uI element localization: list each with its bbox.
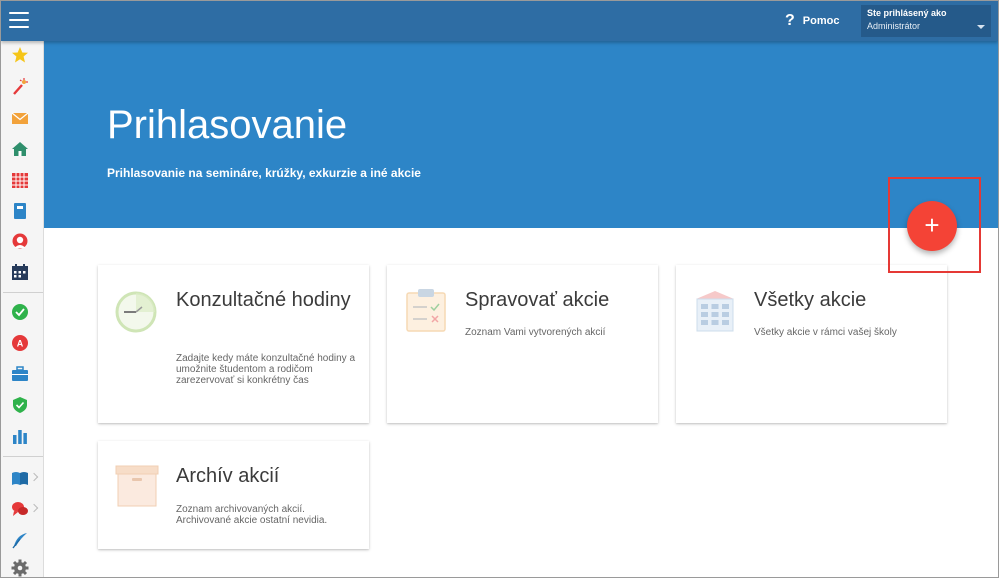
card-description: Všetky akcie v rámci vašej školy	[754, 327, 897, 338]
help-link[interactable]: ? Pomoc	[785, 12, 839, 30]
timetable-icon[interactable]	[11, 171, 29, 189]
notebook-icon[interactable]	[11, 202, 29, 220]
star-icon[interactable]	[11, 46, 29, 64]
svg-text:A: A	[17, 339, 24, 349]
building-icon	[696, 291, 734, 332]
menu-icon[interactable]	[9, 12, 29, 28]
clipboard-icon	[406, 289, 446, 332]
briefcase-icon[interactable]	[11, 365, 29, 383]
sidebar-separator	[3, 456, 43, 457]
grade-icon[interactable]: A	[11, 334, 29, 352]
card-title: Archív akcií	[176, 465, 280, 487]
top-bar: ? Pomoc Ste prihlásený ako Administrátor	[1, 1, 998, 41]
sidebar: A	[1, 41, 44, 577]
card-description: Zoznam archivovaných akcií. Archivované …	[176, 504, 328, 526]
help-icon: ?	[785, 12, 795, 29]
card-title: Konzultačné hodiny	[176, 289, 351, 311]
archive-box-icon	[115, 465, 159, 507]
shield-icon[interactable]	[11, 396, 29, 414]
card-event-archive[interactable]: Archív akcií Zoznam archivovaných akcií.…	[98, 441, 369, 549]
envelope-icon[interactable]	[11, 109, 29, 127]
sidebar-separator	[3, 292, 43, 293]
chevron-down-icon	[977, 25, 985, 29]
card-title: Spravovať akcie	[465, 289, 610, 311]
user-icon[interactable]	[11, 233, 29, 251]
clock-icon	[115, 291, 157, 333]
bar-chart-icon[interactable]	[11, 427, 29, 445]
card-description: Zoznam Vami vytvorených akcií	[465, 327, 606, 338]
card-all-events[interactable]: Všetky akcie Všetky akcie v rámci vašej …	[676, 265, 947, 423]
page-title: Prihlasovanie	[107, 103, 348, 147]
home-icon[interactable]	[11, 140, 29, 158]
card-description: Zadajte kedy máte konzultačné hodiny a u…	[176, 353, 355, 386]
card-manage-events[interactable]: Spravovať akcie Zoznam Vami vytvorených …	[387, 265, 658, 423]
chevron-right-icon	[29, 472, 39, 482]
chat-icon[interactable]	[11, 500, 29, 518]
highlight-annotation	[888, 177, 981, 273]
card-title: Všetky akcie	[754, 289, 867, 311]
page-subtitle: Prihlasovanie na semináre, krúžky, exkur…	[107, 166, 421, 180]
magic-wand-icon[interactable]	[11, 78, 29, 96]
card-consultation-hours[interactable]: Konzultačné hodiny Zadajte kedy máte kon…	[98, 265, 369, 423]
user-role-value: Administrátor	[867, 21, 921, 31]
help-label: Pomoc	[802, 15, 840, 27]
check-circle-icon[interactable]	[11, 303, 29, 321]
hero-banner: Prihlasovanie Prihlasovanie na semináre,…	[44, 41, 998, 228]
calendar-icon[interactable]	[11, 263, 29, 281]
chevron-right-icon	[29, 503, 39, 513]
user-role-select[interactable]: Ste prihlásený ako Administrátor	[861, 5, 991, 37]
gear-icon[interactable]	[11, 559, 29, 577]
app-window: ? Pomoc Ste prihlásený ako Administrátor…	[0, 0, 999, 578]
feather-icon[interactable]	[11, 531, 29, 549]
user-caption: Ste prihlásený ako	[867, 8, 947, 18]
open-book-icon[interactable]	[11, 469, 29, 487]
